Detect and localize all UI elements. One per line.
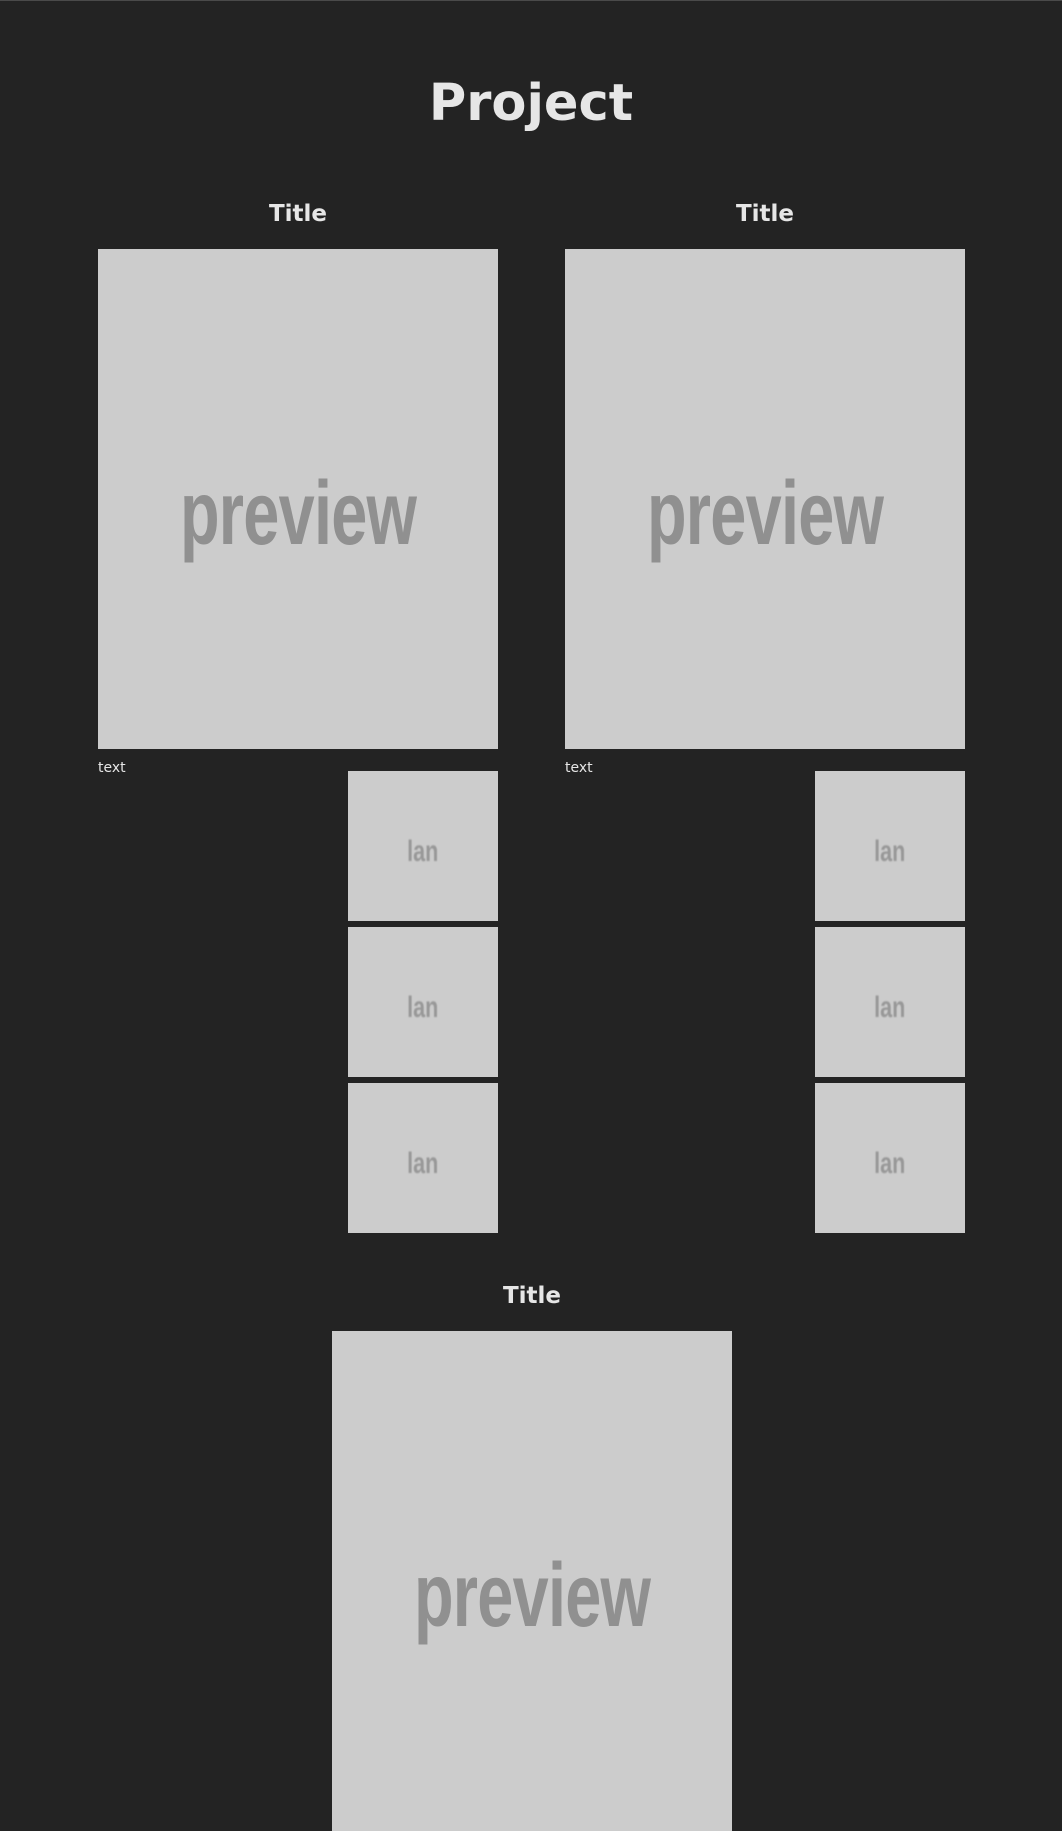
preview-image[interactable]: preview (332, 1331, 732, 1831)
thumbnail-list: lan lan lan (348, 771, 498, 1239)
project-title: Title (268, 201, 328, 227)
thumbnail-image[interactable]: lan (348, 927, 498, 1077)
project-title: Title (735, 201, 795, 227)
thumbnail-placeholder-label: lan (407, 835, 439, 868)
preview-placeholder-label: preview (646, 463, 884, 564)
thumbnail-list: lan lan lan (815, 771, 965, 1239)
thumbnail-placeholder-label: lan (874, 835, 906, 868)
thumbnail-image[interactable]: lan (348, 1083, 498, 1233)
project-title: Title (502, 1283, 562, 1309)
thumbnail-placeholder-label: lan (874, 1147, 906, 1180)
thumbnail-image[interactable]: lan (348, 771, 498, 921)
thumbnail-image[interactable]: lan (815, 927, 965, 1077)
thumbnail-placeholder-label: lan (407, 991, 439, 1024)
page-title: Project (428, 74, 634, 133)
preview-placeholder-label: preview (179, 463, 417, 564)
thumbnail-image[interactable]: lan (815, 771, 965, 921)
thumbnail-placeholder-label: lan (874, 991, 906, 1024)
thumbnail-placeholder-label: lan (407, 1147, 439, 1180)
preview-placeholder-label: preview (413, 1545, 651, 1646)
project-caption: text (565, 760, 593, 776)
preview-image[interactable]: preview (565, 249, 965, 749)
preview-image[interactable]: preview (98, 249, 498, 749)
thumbnail-image[interactable]: lan (815, 1083, 965, 1233)
project-caption: text (98, 760, 126, 776)
